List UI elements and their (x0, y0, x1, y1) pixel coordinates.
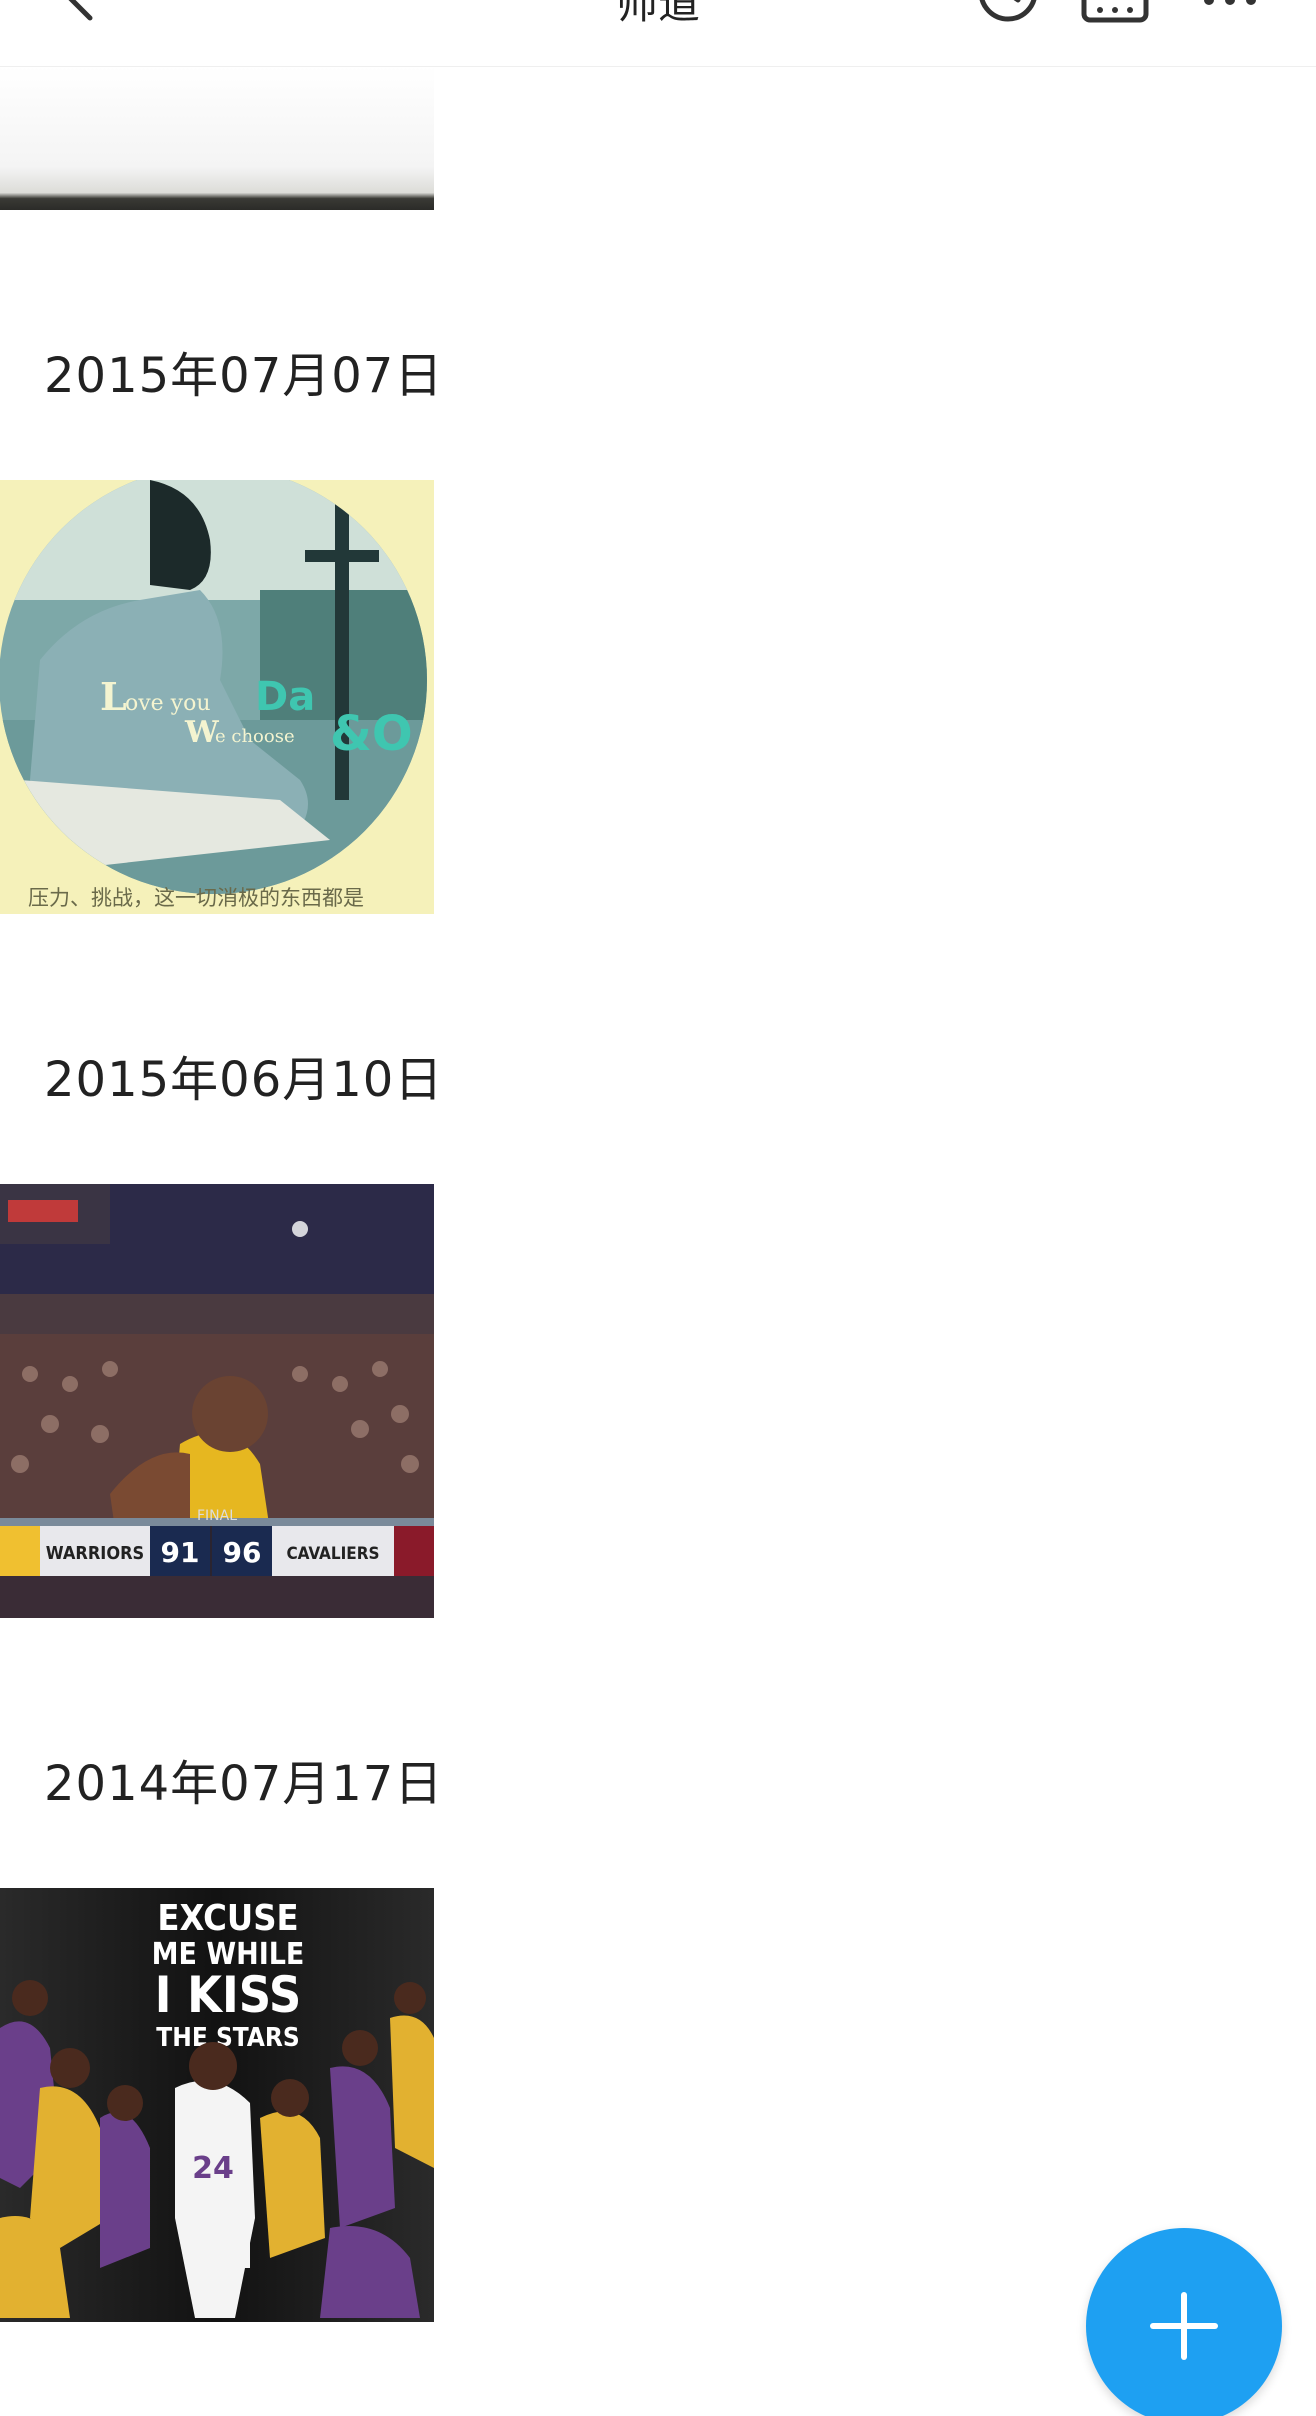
album-icon[interactable] (1080, 0, 1150, 24)
photo-thumbnail[interactable]: L ove you Da W e choose &O 压力、挑战，这一切消极的东… (0, 480, 434, 914)
photo-caption: 压力、挑战，这一切消极的东西都是 (28, 886, 364, 910)
svg-text:Da: Da (255, 674, 315, 720)
svg-text:ove you: ove you (125, 691, 211, 716)
poster-line: EXCUSE (157, 1898, 298, 1939)
top-bar: 师道 (0, 0, 1316, 67)
date-label: 2014年07月17日 (44, 1756, 444, 1812)
scoreboard-status: FINAL (197, 1508, 237, 1524)
photo-thumbnail[interactable]: FINAL WARRIORS 91 96 CAVALIERS (0, 1184, 434, 1618)
scoreboard-away-score: 96 (223, 1536, 262, 1569)
clock-icon[interactable] (976, 0, 1040, 24)
date-label: 2015年07月07日 (44, 348, 444, 404)
photo-thumbnail[interactable]: EXCUSE ME WHILE I KISS THE STARS 24 (0, 1888, 434, 2322)
photo-image: EXCUSE ME WHILE I KISS THE STARS 24 (0, 1888, 434, 2322)
scoreboard-home-team: WARRIORS (46, 1543, 144, 1564)
svg-text:e choose: e choose (215, 726, 295, 747)
scoreboard-away-team: CAVALIERS (286, 1544, 379, 1564)
more-icon[interactable] (1195, 0, 1265, 24)
poster-line: I KISS (155, 1966, 302, 2024)
screen: 师道 2015年07月07日 L ove you Da W e choose &… (0, 0, 1316, 2416)
add-button[interactable] (1086, 2228, 1282, 2416)
photo-image: FINAL WARRIORS 91 96 CAVALIERS (0, 1184, 434, 1618)
photo-overlay-text: L (100, 674, 127, 719)
date-label: 2015年06月10日 (44, 1052, 444, 1108)
photo-thumbnail-cut[interactable] (0, 66, 434, 210)
svg-text:&O: &O (330, 706, 413, 762)
jersey-number: 24 (192, 2151, 234, 2186)
scoreboard-home-score: 91 (161, 1536, 200, 1569)
photo-image: L ove you Da W e choose &O (0, 480, 434, 914)
